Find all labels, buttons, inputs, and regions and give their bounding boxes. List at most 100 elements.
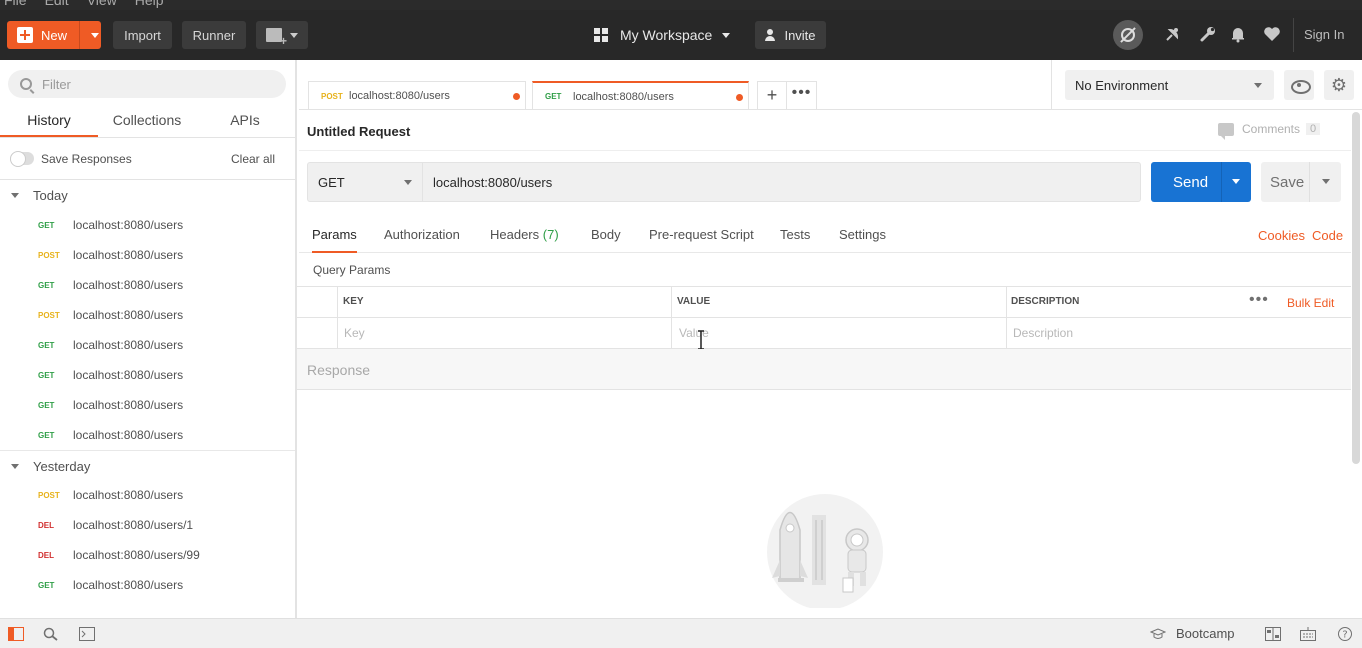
- tab-headers[interactable]: Headers (7): [490, 218, 559, 253]
- code-link[interactable]: Code: [1312, 218, 1343, 254]
- find-icon[interactable]: [43, 627, 59, 641]
- add-tab-button[interactable]: +: [757, 81, 787, 110]
- history-item[interactable]: POST localhost:8080/users: [0, 480, 295, 510]
- bulk-edit-button[interactable]: Bulk Edit: [1287, 296, 1334, 310]
- add-person-icon: [765, 29, 777, 41]
- description-input[interactable]: Description: [1013, 326, 1073, 340]
- sign-in-button[interactable]: Sign In: [1304, 27, 1344, 42]
- two-pane-view-icon[interactable]: [1265, 627, 1281, 641]
- tab-collections[interactable]: Collections: [98, 104, 196, 137]
- send-button[interactable]: Send: [1151, 162, 1251, 202]
- more-tabs-icon[interactable]: •••: [787, 81, 817, 110]
- tab-tests[interactable]: Tests: [780, 218, 810, 253]
- chevron-down-icon: [11, 192, 19, 198]
- history-item[interactable]: POST localhost:8080/users: [0, 300, 295, 330]
- tab-history[interactable]: History: [0, 104, 98, 137]
- method-badge: GET: [38, 370, 55, 380]
- save-responses-toggle[interactable]: [10, 151, 34, 167]
- menu-view[interactable]: View: [87, 0, 117, 8]
- history-item[interactable]: GET localhost:8080/users: [0, 390, 295, 420]
- history-group-yesterday[interactable]: Yesterday: [0, 451, 295, 481]
- more-options-icon[interactable]: •••: [1249, 291, 1269, 309]
- invite-button[interactable]: Invite: [755, 21, 826, 49]
- history-item[interactable]: GET localhost:8080/users: [0, 420, 295, 450]
- key-input[interactable]: Key: [344, 326, 365, 340]
- tab-settings[interactable]: Settings: [839, 218, 886, 253]
- history-item[interactable]: DEL localhost:8080/users/1: [0, 510, 295, 540]
- gear-icon[interactable]: ⚙: [1324, 70, 1354, 100]
- history-item[interactable]: GET localhost:8080/users: [0, 330, 295, 360]
- tab-body[interactable]: Body: [591, 218, 621, 253]
- save-button[interactable]: Save: [1261, 162, 1341, 202]
- new-dropdown-caret-icon[interactable]: [91, 33, 99, 38]
- main-scrollbar[interactable]: [1352, 112, 1360, 464]
- method-badge: DEL: [38, 520, 54, 530]
- new-button[interactable]: New: [7, 21, 101, 49]
- tab-authorization[interactable]: Authorization: [384, 218, 460, 253]
- request-tab-active[interactable]: GET localhost:8080/users: [532, 81, 749, 110]
- workspace-selector[interactable]: My Workspace: [594, 21, 731, 49]
- cookies-link[interactable]: Cookies: [1258, 218, 1305, 254]
- eye-icon[interactable]: [1284, 70, 1314, 100]
- filter-input[interactable]: [42, 76, 262, 92]
- tab-headers-label: Headers: [490, 227, 540, 242]
- console-icon[interactable]: [79, 627, 95, 641]
- runner-button[interactable]: Runner: [182, 21, 246, 49]
- history-group-today[interactable]: Today: [0, 180, 295, 210]
- satellite-icon[interactable]: [1163, 25, 1183, 45]
- workspace-grid-icon: [594, 28, 608, 42]
- history-item[interactable]: GET localhost:8080/users: [0, 270, 295, 300]
- tab-params[interactable]: Params: [312, 218, 357, 253]
- bootcamp-button[interactable]: Bootcamp: [1150, 626, 1235, 641]
- save-dropdown-icon[interactable]: [1322, 179, 1330, 184]
- request-tabs: Params Authorization Headers (7) Body Pr…: [299, 218, 1351, 253]
- history-url: localhost:8080/users: [73, 338, 184, 352]
- history-url: localhost:8080/users: [73, 278, 184, 292]
- request-tab[interactable]: POST localhost:8080/users: [308, 81, 526, 110]
- send-dropdown-icon[interactable]: [1232, 179, 1240, 184]
- chevron-down-icon: [1254, 83, 1262, 88]
- comments-button[interactable]: Comments 0: [1218, 122, 1321, 140]
- tab-apis[interactable]: APIs: [196, 104, 294, 137]
- menu-file[interactable]: File: [4, 0, 27, 8]
- query-params-label: Query Params: [313, 263, 391, 277]
- history-item[interactable]: GET localhost:8080/users: [0, 210, 295, 240]
- help-icon[interactable]: ?: [1337, 627, 1353, 641]
- method-badge: POST: [321, 91, 343, 101]
- environment-label: No Environment: [1075, 77, 1169, 93]
- menu-edit[interactable]: Edit: [45, 0, 69, 8]
- new-button-label: New: [41, 27, 68, 43]
- method-select[interactable]: GET: [307, 162, 423, 202]
- group-label: Today: [33, 187, 68, 203]
- method-badge: POST: [38, 490, 60, 500]
- history-item[interactable]: DEL localhost:8080/users/99: [0, 540, 295, 570]
- history-item[interactable]: POST localhost:8080/users: [0, 240, 295, 270]
- method-badge: GET: [38, 400, 55, 410]
- new-window-button[interactable]: [256, 21, 308, 49]
- history-url: localhost:8080/users: [73, 578, 184, 592]
- header-toolbar: New Import Runner My Workspace Invite Si…: [0, 10, 1362, 60]
- url-input[interactable]: localhost:8080/users: [423, 162, 1141, 202]
- history-item[interactable]: GET localhost:8080/users: [0, 360, 295, 390]
- tab-pre-request-script[interactable]: Pre-request Script: [649, 218, 754, 253]
- history-url: localhost:8080/users: [73, 368, 184, 382]
- menu-help[interactable]: Help: [135, 0, 164, 8]
- method-badge: GET: [38, 220, 55, 230]
- wrench-icon[interactable]: [1198, 25, 1218, 45]
- heart-icon[interactable]: [1262, 25, 1282, 45]
- graduation-cap-icon: [1150, 627, 1166, 639]
- environment-select[interactable]: No Environment: [1065, 70, 1274, 100]
- filter-field[interactable]: [8, 70, 286, 98]
- toggle-sidebar-icon[interactable]: [8, 627, 24, 641]
- bell-icon[interactable]: [1228, 25, 1248, 45]
- sync-off-icon[interactable]: [1113, 20, 1143, 50]
- new-window-icon: [266, 28, 287, 48]
- request-tab-bar: POST localhost:8080/users GET localhost:…: [299, 60, 1051, 110]
- keyboard-shortcuts-icon[interactable]: [1300, 627, 1316, 641]
- clear-all-button[interactable]: Clear all: [231, 152, 275, 166]
- environment-bar: No Environment ⚙: [1051, 60, 1362, 110]
- import-button[interactable]: Import: [113, 21, 172, 49]
- history-item[interactable]: GET localhost:8080/users: [0, 570, 295, 600]
- method-badge: GET: [38, 580, 55, 590]
- request-title[interactable]: Untitled Request: [307, 124, 410, 139]
